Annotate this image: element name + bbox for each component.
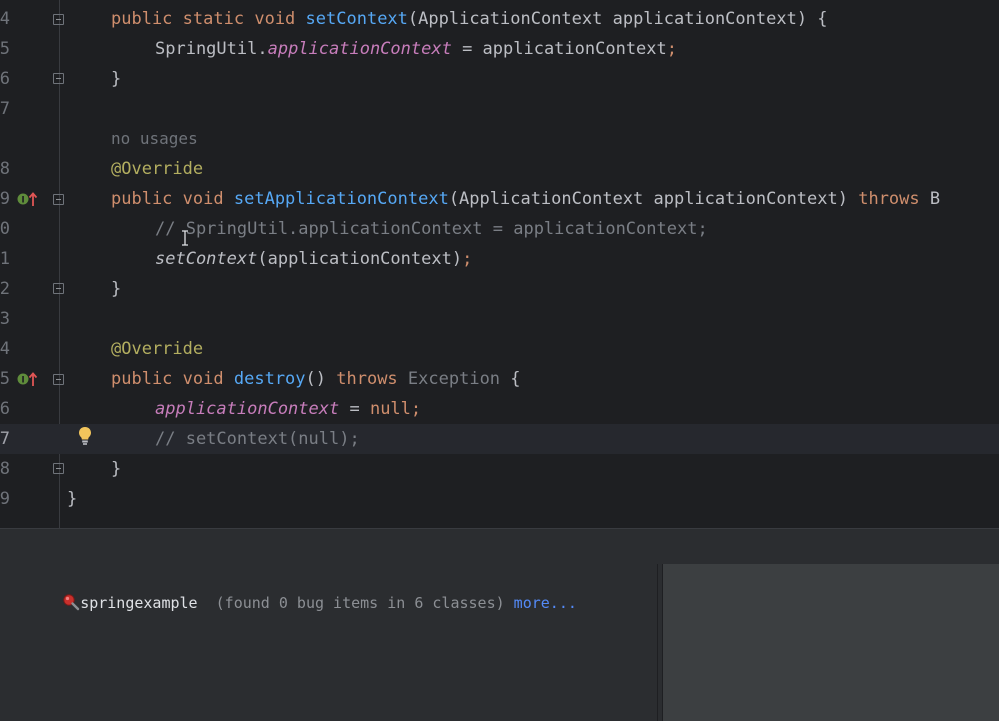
line-number: 9 (0, 489, 10, 509)
semicolon: ; (462, 249, 473, 269)
annotation: @Override (111, 159, 204, 179)
code-line[interactable]: 5 SpringUtil.applicationContext = applic… (0, 34, 999, 64)
line-number: 2 (0, 279, 10, 299)
line-number: 8 (0, 159, 10, 179)
keyword: void (182, 189, 224, 209)
line-number: 8 (0, 459, 10, 479)
code-line[interactable]: 3 (0, 304, 999, 334)
line-number: 3 (0, 309, 10, 329)
code-line[interactable]: 4 @Override (0, 334, 999, 364)
comment: // setContext(null); (155, 429, 360, 449)
code-text: B (929, 189, 941, 209)
no-usages-hint[interactable]: no usages (111, 124, 198, 154)
code-line[interactable]: 9 } (0, 484, 999, 514)
override-method-icon[interactable]: I (17, 190, 39, 208)
code-line[interactable]: 5 public void destroy() throws Exception… (0, 364, 999, 394)
fold-toggle-icon[interactable] (53, 374, 64, 385)
code-text: } (111, 459, 122, 479)
annotation: @Override (111, 339, 204, 359)
line-number: 1 (0, 249, 10, 269)
line-number: 5 (0, 39, 10, 59)
line-number: 7 (0, 429, 10, 449)
code-text: SpringUtil. (155, 39, 268, 59)
keyword: throws (858, 189, 920, 209)
fold-end-icon[interactable] (53, 463, 64, 474)
svg-text:I: I (21, 376, 24, 386)
line-number: 5 (0, 369, 10, 389)
tool-window-toolbar (0, 528, 999, 564)
fold-toggle-icon[interactable] (53, 194, 64, 205)
method-call: setContext (155, 249, 258, 269)
code-text: (applicationContext) (257, 249, 463, 269)
field-name: applicationContext (155, 399, 340, 419)
line-number: 7 (0, 99, 10, 119)
keyword: static (182, 9, 245, 29)
findbugs-tool-window: springexample (found 0 bug items in 6 cl… (0, 564, 999, 721)
method-name: setContext (305, 9, 408, 29)
line-number: 4 (0, 9, 10, 29)
line-number: 6 (0, 399, 10, 419)
code-line[interactable]: 8 } (0, 454, 999, 484)
fold-toggle-icon[interactable] (53, 14, 64, 25)
semicolon: ; (410, 399, 422, 419)
unused-exception-type: Exception (407, 369, 501, 389)
code-line[interactable]: 7 (0, 94, 999, 124)
code-editor[interactable]: 4 public static void setContext(Applicat… (0, 0, 999, 528)
code-line[interactable]: 8 @Override (0, 154, 999, 184)
code-line[interactable]: 4 public static void setContext(Applicat… (0, 4, 999, 34)
keyword: throws (336, 369, 398, 389)
keyword: public (111, 9, 173, 29)
project-name: springexample (80, 594, 198, 612)
code-text: } (67, 489, 78, 509)
keyword: null (369, 399, 411, 419)
code-line[interactable]: 0 // SpringUtil.applicationContext = app… (0, 214, 999, 244)
code-line[interactable]: 9 public void setApplicationContext(Appl… (0, 184, 999, 214)
code-line[interactable]: 6 } (0, 64, 999, 94)
svg-text:I: I (21, 196, 24, 206)
override-method-icon[interactable]: I (17, 370, 39, 388)
code-text: } (111, 69, 122, 89)
lightbulb-icon[interactable] (78, 426, 92, 446)
field-name: applicationContext (267, 39, 452, 59)
line-number: 0 (0, 219, 10, 239)
code-line[interactable]: 1 setContext(applicationContext); (0, 244, 999, 274)
findbugs-bug-icon (63, 594, 80, 611)
more-link[interactable]: more... (514, 594, 577, 612)
fold-end-icon[interactable] (53, 73, 64, 84)
fold-end-icon[interactable] (53, 283, 64, 294)
semicolon: ; (666, 39, 678, 59)
code-text: (ApplicationContext applicationContext) (448, 189, 859, 209)
found-summary: (found 0 bug items in 6 classes) (215, 594, 505, 612)
keyword: void (254, 9, 296, 29)
comment: // SpringUtil.applicationContext = appli… (155, 219, 708, 239)
keyword: public (111, 189, 173, 209)
inlay-hint-row: no usages (0, 124, 999, 154)
line-number: 4 (0, 339, 10, 359)
code-text: = applicationContext (451, 39, 667, 59)
method-name: setApplicationContext (233, 189, 449, 209)
keyword: void (182, 369, 224, 389)
code-text: (ApplicationContext applicationContext) … (407, 9, 828, 29)
tree-root-node[interactable]: springexample (found 0 bug items in 6 cl… (8, 567, 577, 612)
code-text: { (500, 369, 521, 389)
keyword: public (111, 369, 173, 389)
code-line[interactable]: 6 applicationContext = null; (0, 394, 999, 424)
method-name: destroy (233, 369, 306, 389)
bug-details-pane (662, 564, 999, 721)
code-text: } (111, 279, 122, 299)
line-number: 9 (0, 189, 10, 209)
code-text: = (339, 399, 370, 419)
bug-tree-pane[interactable]: springexample (found 0 bug items in 6 cl… (0, 564, 658, 721)
line-number: 6 (0, 69, 10, 89)
code-text: () (305, 369, 337, 389)
text-cursor-icon (182, 230, 188, 246)
code-line-current[interactable]: 7 // setContext(null); (0, 424, 999, 454)
code-line[interactable]: 2 } (0, 274, 999, 304)
